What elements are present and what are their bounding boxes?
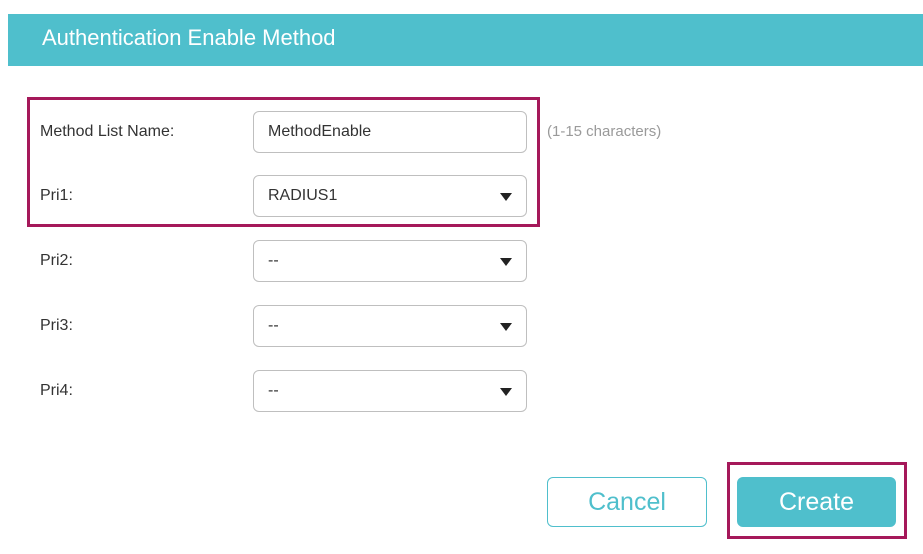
pri2-value: -- xyxy=(268,252,279,269)
dialog-title: Authentication Enable Method xyxy=(42,25,336,50)
caret-down-icon xyxy=(500,258,512,266)
caret-down-icon xyxy=(500,323,512,331)
fields-highlight-box xyxy=(27,97,540,227)
cancel-button[interactable]: Cancel xyxy=(547,477,707,527)
pri3-select[interactable]: -- xyxy=(253,305,527,347)
create-button-highlight-box xyxy=(727,462,907,539)
pri4-label: Pri4: xyxy=(40,382,73,399)
pri4-select[interactable]: -- xyxy=(253,370,527,412)
pri3-value: -- xyxy=(268,317,279,334)
pri3-label: Pri3: xyxy=(40,317,73,334)
method-list-name-hint: (1-15 characters) xyxy=(547,123,662,140)
pri2-label: Pri2: xyxy=(40,252,73,269)
caret-down-icon xyxy=(500,388,512,396)
pri2-select[interactable]: -- xyxy=(253,240,527,282)
dialog-header: Authentication Enable Method xyxy=(8,14,923,66)
pri4-value: -- xyxy=(268,382,279,399)
